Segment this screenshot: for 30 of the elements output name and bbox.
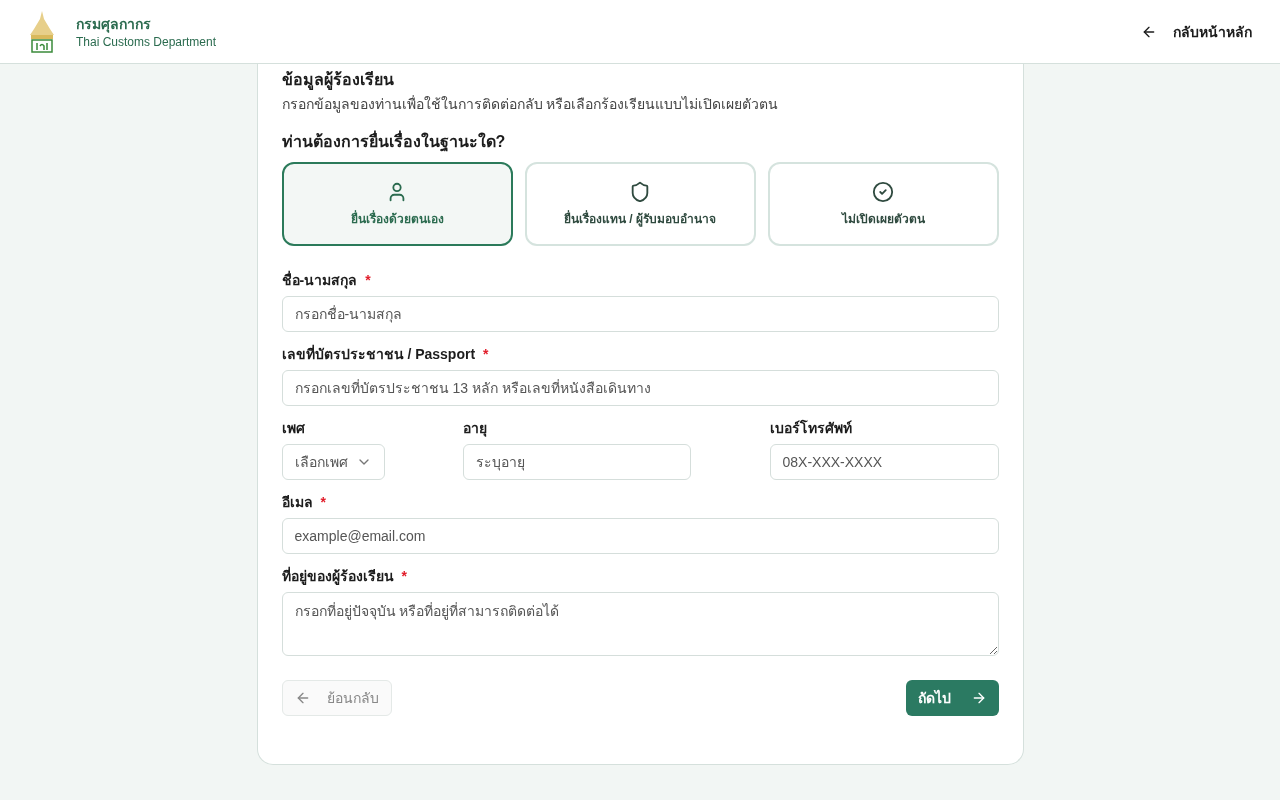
field-label: ที่อยู่ของผู้ร้องเรียน bbox=[281, 566, 394, 586]
field-label: เพศ bbox=[281, 419, 305, 438]
role-option[interactable]: ยื่นเรื่องด้วยตนเอง bbox=[281, 162, 513, 246]
gender-select[interactable]: เลือกเพศ bbox=[281, 444, 385, 480]
address-textarea[interactable]: กรอกที่อยู่ปัจจุบัน หรือที่อยู่ที่สามารถติดต่อได้ bbox=[281, 592, 999, 656]
org-subtitle: Thai Customs Department bbox=[76, 33, 217, 50]
required-mark: * bbox=[483, 345, 489, 364]
required-mark: * bbox=[320, 493, 326, 512]
section-description: กรอกข้อมูลของท่านเพื่อใช้ในการติดต่อกลับ หรือเลือกร้องเรียนแบบไม่เปิดเผยตัวตน bbox=[281, 94, 780, 114]
text-input[interactable]: example@email.com bbox=[281, 518, 999, 554]
role-option[interactable]: ยื่นเรื่องแทน / ผู้รับมอบอำนาจ bbox=[524, 162, 756, 246]
required-mark: * bbox=[365, 271, 371, 290]
org-name: กรมศุลกากร bbox=[76, 14, 152, 34]
text-input[interactable]: กรอกเลขที่บัตรประชาชน 13 หลัก หรือเลขที่หนังสือเดินทาง bbox=[281, 370, 999, 406]
role-question: ท่านต้องการยื่นเรื่องในฐานะใด? bbox=[281, 130, 999, 154]
field-label: เลขที่บัตรประชาชน / Passport bbox=[281, 344, 476, 364]
text-input[interactable]: ระบุอายุ bbox=[462, 444, 691, 480]
text-input[interactable]: กรอกชื่อ-นามสกุล bbox=[281, 296, 999, 332]
shield-icon bbox=[629, 181, 651, 203]
field-label: อีเมล bbox=[281, 493, 313, 512]
section-title: ข้อมูลผู้ร้องเรียน bbox=[281, 70, 395, 92]
required-mark: * bbox=[401, 567, 407, 586]
field-label: เบอร์โทรศัพท์ bbox=[769, 418, 852, 438]
field-label: อายุ bbox=[462, 419, 487, 438]
check-icon bbox=[872, 181, 894, 203]
role-option[interactable]: ไม่เปิดเผยตัวตน bbox=[767, 162, 999, 246]
back-home-link[interactable]: กลับหน้าหลัก bbox=[1141, 21, 1252, 42]
text-input[interactable]: 08X-XXX-XXXX bbox=[769, 444, 999, 480]
field-label: ชื่อ-นามสกุล bbox=[281, 270, 358, 290]
next-button[interactable]: ถัดไป bbox=[905, 680, 999, 716]
